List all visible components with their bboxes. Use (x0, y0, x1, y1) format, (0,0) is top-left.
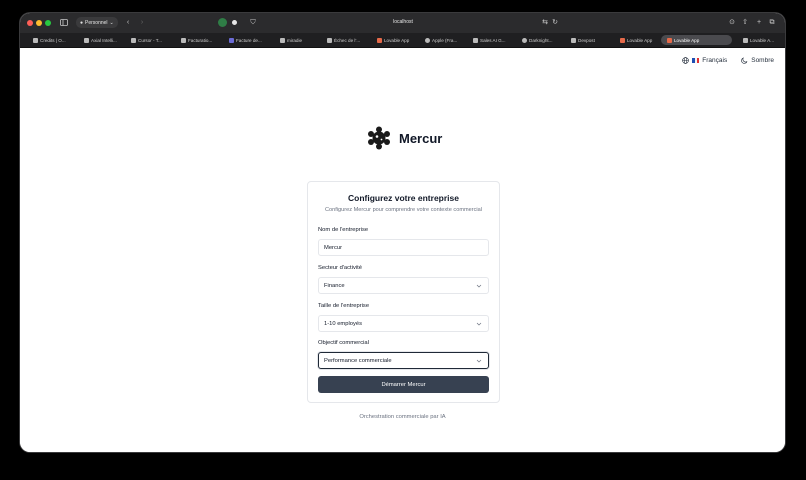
heart-icon (667, 37, 672, 43)
company-name-input[interactable]: Mercur (318, 239, 489, 256)
tab[interactable]: Cursor - T... (131, 35, 171, 45)
tab-active[interactable]: Lovable App (661, 35, 732, 45)
favicon-icon (84, 37, 89, 43)
tab[interactable]: miradie (280, 35, 320, 45)
france-flag-icon (692, 58, 700, 63)
favicon-icon (473, 37, 478, 43)
shield-icon[interactable]: ⛉ (249, 18, 257, 27)
tab[interactable]: Lovable App (377, 35, 417, 45)
favicon-icon (743, 37, 748, 43)
heart-icon (377, 37, 382, 43)
chevron-down-icon (476, 322, 482, 326)
close-window-button[interactable] (27, 20, 33, 26)
moon-icon (741, 57, 748, 64)
language-label: Français (702, 57, 728, 64)
share-icon[interactable]: ⇧ (741, 18, 749, 27)
tab[interactable]: Apple (Fra... (425, 35, 465, 45)
company-name-label: Nom de l'entreprise (318, 227, 369, 233)
favicon-icon (571, 37, 576, 43)
globe-icon (682, 57, 690, 64)
tab[interactable]: Credits | O... (33, 35, 79, 45)
extension-record-icon[interactable] (230, 18, 239, 27)
profile-switcher[interactable]: ● Personnel ⌄ (76, 17, 118, 28)
favicon-icon (181, 37, 186, 43)
brand-name: Mercur (399, 130, 443, 146)
size-value: 1-10 employés (324, 320, 363, 327)
mercur-logo-icon (368, 126, 390, 150)
zoom-window-button[interactable] (45, 20, 51, 26)
theme-toggle[interactable]: Sombre (741, 57, 774, 64)
browser-toolbar: ● Personnel ⌄ ‹ › ⛉ localhost ⇆ ↻ ⊙ ⇧ + … (20, 13, 785, 33)
setup-card: Configurez votre entreprise Configurez M… (307, 181, 500, 403)
tab[interactable]: Échec de l'... (327, 35, 367, 45)
favicon-icon (33, 37, 38, 43)
address-bar[interactable]: localhost (380, 19, 426, 25)
tab[interactable]: Darknight... (522, 35, 562, 45)
tab[interactable]: Devpost (571, 35, 611, 45)
language-switcher[interactable]: Français (682, 57, 727, 64)
minimize-window-button[interactable] (36, 20, 42, 26)
company-name-value: Mercur (324, 244, 343, 251)
sector-value: Finance (324, 282, 345, 289)
tab[interactable]: Facture de... (229, 35, 269, 45)
favicon-icon (229, 37, 234, 43)
tab-bar: Credits | O... Axial Intelli... Cursor -… (20, 33, 785, 48)
page-content: Français Sombre Mercur Configurez votre … (20, 48, 785, 452)
chevron-down-icon (476, 284, 482, 288)
github-icon (280, 37, 285, 43)
favicon-icon (131, 37, 136, 43)
objective-select[interactable]: Performance commerciale (318, 352, 489, 369)
header-controls: Français Sombre (682, 57, 774, 64)
card-title: Configurez votre entreprise (348, 193, 459, 203)
tab[interactable]: Sales AI G... (473, 35, 513, 45)
size-label: Taille de l'entreprise (318, 303, 370, 309)
browser-window: ● Personnel ⌄ ‹ › ⛉ localhost ⇆ ↻ ⊙ ⇧ + … (20, 13, 785, 452)
objective-value: Performance commerciale (324, 357, 392, 364)
person-icon: ● (80, 19, 84, 26)
window-controls (27, 20, 51, 26)
apple-icon (425, 37, 430, 43)
reload-icon[interactable]: ↻ (551, 18, 559, 27)
favicon-icon (327, 37, 332, 43)
translate-icon[interactable]: ⇆ (539, 18, 551, 27)
sector-select[interactable]: Finance (318, 277, 489, 294)
heart-icon (620, 37, 625, 43)
footer-tagline: Orchestration commerciale par IA (359, 414, 446, 420)
tab[interactable]: Axial Intelli... (84, 35, 124, 45)
tab[interactable]: Lovable A... (743, 35, 781, 45)
profile-label: Personnel (85, 19, 108, 26)
chevron-down-icon: ⌄ (109, 19, 114, 26)
forward-icon[interactable]: › (138, 18, 146, 27)
github-icon (522, 37, 527, 43)
back-icon[interactable]: ‹ (124, 18, 132, 27)
objective-label: Objectif commercial (318, 340, 369, 346)
size-select[interactable]: 1-10 employés (318, 315, 489, 332)
card-subtitle: Configurez Mercur pour comprendre votre … (325, 207, 482, 213)
sidebar-toggle-icon[interactable] (59, 18, 68, 27)
sector-label: Secteur d'activité (318, 265, 362, 271)
theme-label: Sombre (751, 57, 774, 64)
brand: Mercur (367, 126, 442, 150)
chevron-down-icon (476, 359, 482, 363)
tab[interactable]: Lovable App (620, 35, 660, 45)
new-tab-icon[interactable]: + (755, 18, 763, 27)
extension-green-icon[interactable] (218, 18, 227, 27)
start-mercur-button[interactable]: Démarrer Mercur (318, 376, 489, 393)
tab-overview-icon[interactable]: ⧉ (768, 18, 776, 27)
tab[interactable]: Facturatio... (181, 35, 221, 45)
download-icon[interactable]: ⊙ (728, 18, 736, 27)
